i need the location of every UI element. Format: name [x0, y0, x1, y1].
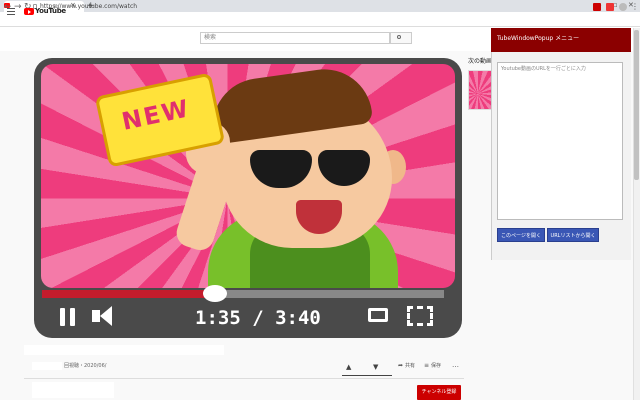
more-actions-icon[interactable]: … — [452, 361, 459, 369]
channel-info-placeholder — [32, 382, 114, 398]
region-code: JP — [54, 4, 58, 9]
hamburger-menu-icon[interactable] — [7, 8, 15, 15]
open-from-url-list-button[interactable]: URLリストから開く — [547, 228, 599, 242]
play-triangle-icon — [28, 10, 31, 14]
search-icon — [397, 35, 401, 39]
miniplayer-icon[interactable] — [368, 308, 388, 322]
volume-icon[interactable] — [92, 310, 100, 322]
views-and-date: 回視聴・2020/06/ — [64, 363, 107, 369]
search-input[interactable]: 検索 — [200, 32, 390, 44]
save-icon[interactable]: ≡ — [424, 362, 429, 370]
pause-icon[interactable] — [60, 308, 76, 326]
timecode: 1:35 / 3:40 — [195, 307, 321, 329]
subscribe-button[interactable]: チャンネル登録 — [417, 385, 461, 400]
share-icon[interactable]: ➦ — [398, 362, 403, 370]
tubewindowpopup-extension-icon[interactable] — [593, 3, 601, 11]
next-video-label: 次の動画 — [468, 58, 493, 65]
extension-icon[interactable] — [606, 3, 614, 11]
video-title-placeholder — [24, 345, 224, 355]
fullscreen-icon[interactable] — [407, 306, 433, 326]
profile-avatar-icon[interactable] — [619, 3, 627, 11]
search-button[interactable] — [390, 32, 412, 44]
browser-toolbar — [0, 12, 640, 27]
progress-scrubber[interactable] — [203, 285, 227, 302]
scrollbar-thumb[interactable] — [634, 30, 639, 180]
forward-button[interactable]: → — [14, 1, 22, 13]
view-count-placeholder — [32, 362, 62, 370]
popup-title: TubeWindowPopup メニュー — [497, 35, 580, 42]
dislike-icon[interactable]: ▼ — [373, 363, 378, 371]
progress-fill — [42, 290, 215, 298]
like-icon[interactable]: ▲ — [346, 363, 351, 371]
url-list-textarea[interactable]: Youtube動画のURLを一行ごとに入力 — [497, 62, 623, 220]
youtube-wordmark[interactable]: YouTube — [35, 6, 66, 16]
save-button[interactable]: 保存 — [431, 362, 441, 370]
divider — [24, 378, 464, 379]
next-video-thumbnail[interactable] — [468, 70, 492, 110]
volume-cone-icon — [100, 306, 112, 326]
share-button[interactable]: 共有 — [405, 362, 415, 370]
like-ratio-bar — [342, 375, 392, 376]
open-this-page-button[interactable]: このページを開く — [497, 228, 545, 242]
browser-menu-icon[interactable]: ⋮ — [631, 1, 639, 13]
